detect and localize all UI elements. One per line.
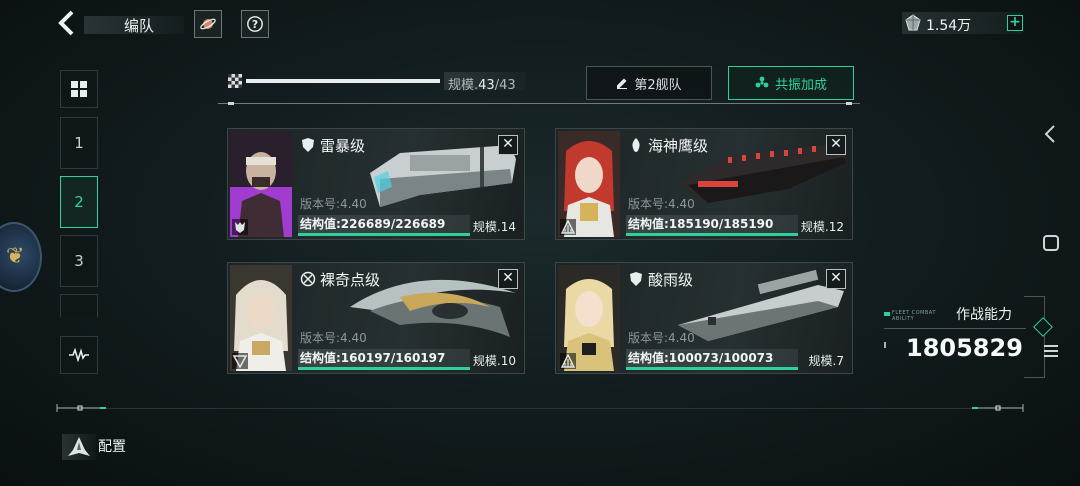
temple-emblem-icon: [560, 219, 576, 234]
wolf-emblem-icon: [235, 222, 245, 233]
waveform-icon: [69, 348, 89, 362]
combat-tag: FLEET COMBAT ABILITY: [892, 310, 936, 322]
resonance-icon: [755, 76, 769, 88]
ship-card[interactable]: 海神鹰级 ✕ 版本号:4.40 结构值:185190/185190 规模.12: [555, 128, 853, 240]
temple-emblem-icon: [560, 353, 576, 368]
ship-card[interactable]: 雷暴级 ✕ 版本号:4.40 结构值:226689/226689 规模.14: [227, 128, 525, 240]
structure-fill: [626, 367, 798, 370]
scale-progress-fill: [246, 79, 440, 83]
structure-fill: [626, 233, 798, 236]
bottom-divider: [106, 408, 972, 409]
fleet-tab-2[interactable]: 2: [60, 176, 98, 228]
structure-value: 结构值:226689/226689: [300, 217, 446, 231]
structure-fill: [298, 233, 470, 236]
dragon-emblem-icon: ❦: [6, 244, 25, 269]
ship-name: 雷暴级: [320, 137, 366, 155]
fleet-tab-1[interactable]: 1: [60, 117, 98, 169]
combat-ability-label: 作战能力: [956, 307, 1012, 323]
target-class-icon: [300, 271, 316, 287]
combat-marker: [884, 312, 890, 316]
combat-value-marker: [884, 342, 886, 348]
ship-scale: 规模.10: [472, 354, 516, 368]
shield-class-icon: [302, 138, 314, 152]
rail-left-icon: [56, 404, 106, 412]
spaceship-icon: [68, 437, 90, 456]
combat-divider: [884, 328, 1026, 329]
planet-icon: [200, 18, 216, 30]
scale-max: /43: [494, 78, 516, 93]
fleet-scale-label: 规模.43/43: [448, 74, 516, 93]
commander-medal[interactable]: ❦: [0, 222, 42, 292]
ship-version: 版本号:4.40: [300, 197, 367, 211]
fleet-select-button[interactable]: 第2舰队: [586, 66, 712, 100]
ship-name: 海神鹰级: [648, 137, 709, 155]
fleet-select-label: 第2舰队: [634, 77, 682, 93]
remove-ship-button[interactable]: ✕: [498, 269, 518, 289]
ship-scale: 规模.7: [808, 354, 844, 368]
structure-value: 结构值:160197/160197: [300, 351, 446, 365]
pencil-icon: [617, 78, 628, 89]
combat-ability-value: 1805829: [906, 334, 1023, 362]
divider-marker-left: [228, 102, 234, 105]
section-divider: [218, 103, 860, 104]
svg-text:?: ?: [252, 18, 258, 31]
faction-badge: [232, 219, 248, 235]
fleet-tab-3[interactable]: 3: [60, 235, 98, 287]
ship-scale: 规模.12: [800, 220, 844, 234]
ship-version: 版本号:4.40: [628, 331, 695, 345]
nav-back-icon[interactable]: [1042, 124, 1058, 144]
flame-class-icon: [631, 138, 641, 152]
remove-ship-button[interactable]: ✕: [498, 135, 518, 155]
grid-view-button[interactable]: [60, 70, 98, 108]
scale-prefix: 规模.: [448, 78, 479, 93]
structure-value: 结构值:185190/185190: [628, 217, 774, 231]
question-icon: ?: [247, 16, 263, 32]
grid-icon: [71, 81, 87, 97]
remove-ship-button[interactable]: ✕: [826, 135, 846, 155]
resonance-bonus-button[interactable]: 共振加成: [728, 66, 854, 100]
scale-current: 43: [478, 78, 495, 93]
config-button[interactable]: [62, 434, 96, 460]
checkered-flag-icon: [228, 74, 242, 88]
structure-fill: [298, 367, 470, 370]
faction-badge: [560, 353, 576, 369]
rail-right-icon: [972, 404, 1024, 412]
faction-badge: [560, 219, 576, 235]
shield-class-icon: [630, 272, 642, 286]
remove-ship-button[interactable]: ✕: [826, 269, 846, 289]
help-button[interactable]: ?: [241, 10, 269, 38]
combat-frame: [1024, 296, 1045, 378]
fleet-tab-4[interactable]: [60, 294, 98, 317]
faction-badge: [232, 353, 248, 369]
add-resource-button[interactable]: +: [1007, 15, 1023, 31]
config-label[interactable]: 配置: [98, 436, 126, 456]
ship-scale: 规模.14: [472, 220, 516, 234]
triangle-emblem-icon: [232, 355, 248, 369]
planet-button[interactable]: [194, 10, 222, 38]
ship-image: [678, 269, 844, 341]
structure-value: 结构值:100073/100073: [628, 351, 774, 365]
ship-name: 裸奇点级: [320, 271, 381, 289]
resource-value: 1.54万: [926, 18, 972, 34]
back-button[interactable]: [56, 10, 82, 38]
waveform-button[interactable]: [60, 336, 98, 374]
chevron-left-icon: [58, 10, 74, 36]
ship-image: [370, 145, 516, 207]
ship-version: 版本号:4.40: [300, 331, 367, 345]
nav-home-icon[interactable]: [1042, 234, 1060, 252]
ship-card[interactable]: 裸奇点级 ✕ 版本号:4.40 结构值:160197/160197 规模.10: [227, 262, 525, 374]
ship-name: 酸雨级: [648, 271, 694, 289]
nav-menu-icon[interactable]: [1042, 342, 1060, 360]
divider-marker-right: [846, 102, 852, 105]
ship-card[interactable]: 酸雨级 ✕ 版本号:4.40 结构值:100073/100073 规模.7: [555, 262, 853, 374]
resonance-label: 共振加成: [774, 77, 827, 93]
ship-version: 版本号:4.40: [628, 197, 695, 211]
crystal-icon: [905, 14, 921, 31]
page-title: 编队: [124, 17, 155, 35]
